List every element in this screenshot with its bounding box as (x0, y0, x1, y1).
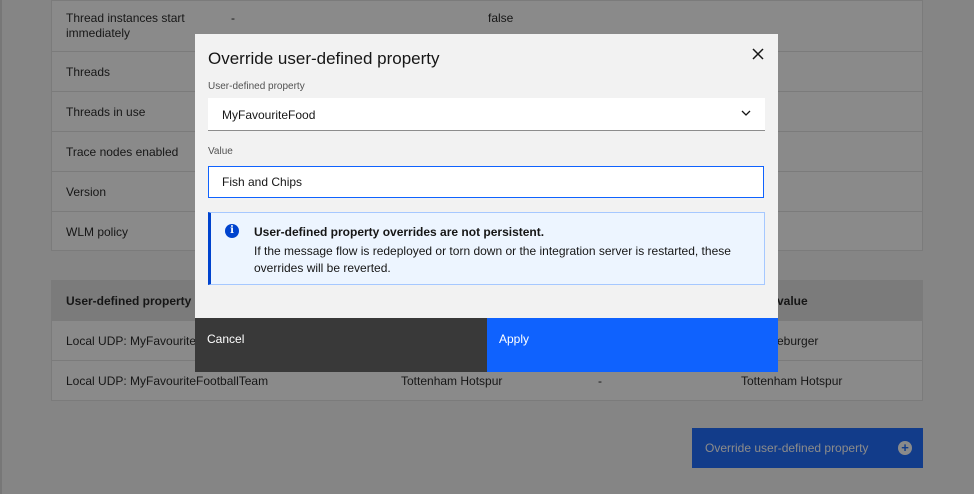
persistence-notice: i User-defined property overrides are no… (208, 212, 765, 285)
modal-title: Override user-defined property (208, 49, 440, 68)
value-input[interactable] (208, 166, 764, 198)
apply-button[interactable]: Apply (487, 318, 778, 372)
property-select-value: MyFavouriteFood (222, 108, 316, 122)
property-select-label: User-defined property (208, 81, 305, 92)
cancel-button[interactable]: Cancel (195, 318, 487, 372)
chevron-down-icon (741, 110, 751, 116)
notice-body: If the message flow is redeployed or tor… (254, 244, 731, 275)
info-icon: i (225, 224, 239, 238)
override-modal: Override user-defined property User-defi… (195, 34, 778, 372)
notice-title: User-defined property overrides are not … (254, 225, 545, 239)
property-select[interactable]: MyFavouriteFood (208, 98, 765, 131)
close-icon[interactable] (748, 44, 768, 64)
value-input-label: Value (208, 146, 233, 157)
